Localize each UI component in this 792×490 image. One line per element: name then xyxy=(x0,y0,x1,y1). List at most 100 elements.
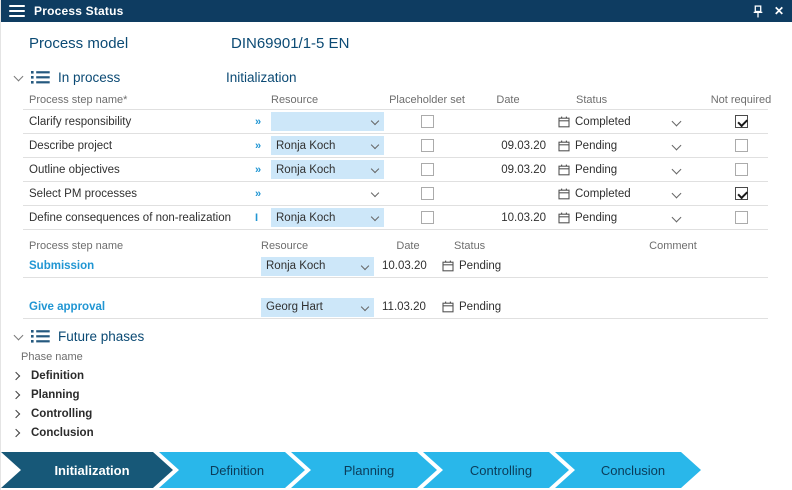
table-row: Select PM processes » Completed xyxy=(1,182,792,205)
resource-dropdown[interactable]: Ronja Koch xyxy=(261,257,374,276)
table-row: Clarify responsibility » Completed xyxy=(1,110,792,133)
jump-icon[interactable]: » xyxy=(255,116,271,128)
expand-chevron-icon[interactable] xyxy=(11,392,31,398)
calendar-icon xyxy=(442,301,454,313)
phase-chip-conclusion[interactable]: Conclusion xyxy=(555,452,701,488)
col-date: Date xyxy=(374,240,434,252)
chevron-down-icon xyxy=(371,213,379,221)
table-row: Describe project » Ronja Koch 09.03.20 P… xyxy=(1,134,792,157)
status-value: Pending xyxy=(459,301,501,313)
table-row: Define consequences of non-realization I… xyxy=(1,206,792,229)
resource-dropdown[interactable] xyxy=(271,184,384,203)
status-chevron-icon[interactable] xyxy=(671,141,681,151)
status-chevron-icon[interactable] xyxy=(671,189,681,199)
date-value: 09.03.20 xyxy=(470,164,550,176)
resource-dropdown[interactable]: Ronja Koch xyxy=(271,208,384,227)
step-link[interactable]: Submission xyxy=(29,260,255,272)
resource-dropdown[interactable]: Ronja Koch xyxy=(271,160,384,179)
col-step-name: Process step name* xyxy=(29,94,255,106)
placeholder-checkbox[interactable] xyxy=(421,163,434,176)
phase-chip-planning[interactable]: Planning xyxy=(291,452,437,488)
in-process-table-header: Process step name* Resource Placeholder … xyxy=(1,90,792,109)
placeholder-checkbox[interactable] xyxy=(421,211,434,224)
section-future-phases: Future phases xyxy=(1,325,792,347)
close-icon[interactable]: ✕ xyxy=(774,5,784,17)
status-value: Pending xyxy=(575,164,617,176)
calendar-icon xyxy=(442,260,454,272)
phase-name: Controlling xyxy=(31,408,92,420)
chevron-down-icon xyxy=(361,261,369,269)
col-date: Date xyxy=(470,94,550,106)
not-required-checkbox[interactable] xyxy=(735,115,748,128)
list-icon[interactable] xyxy=(31,329,50,344)
status-value: Completed xyxy=(575,116,631,128)
list-icon[interactable] xyxy=(31,70,50,85)
menu-icon[interactable] xyxy=(9,5,25,17)
phase-progress-bar: Initialization Definition Planning Contr… xyxy=(1,452,701,488)
list-item[interactable]: Definition xyxy=(1,366,792,385)
indicator-icon[interactable]: I xyxy=(255,212,271,224)
date-value: 09.03.20 xyxy=(470,140,550,152)
status-value: Pending xyxy=(575,212,617,224)
list-item[interactable]: Controlling xyxy=(1,404,792,423)
resource-dropdown[interactable]: Ronja Koch xyxy=(271,136,384,155)
calendar-icon xyxy=(558,212,570,224)
calendar-icon xyxy=(558,164,570,176)
col-comment: Comment xyxy=(554,240,792,252)
jump-icon[interactable]: » xyxy=(255,188,271,200)
chevron-down-icon xyxy=(371,141,379,149)
chevron-down-icon xyxy=(371,117,379,125)
table-row: Give approval Georg Hart 11.03.20 Pendin… xyxy=(1,296,792,318)
not-required-checkbox[interactable] xyxy=(735,211,748,224)
jump-icon[interactable]: » xyxy=(255,140,271,152)
step-name: Select PM processes xyxy=(29,188,255,200)
col-resource: Resource xyxy=(271,94,384,106)
section-label: Future phases xyxy=(58,329,144,344)
phase-chip-controlling[interactable]: Controlling xyxy=(423,452,569,488)
date-value: 10.03.20 xyxy=(374,260,434,272)
status-chevron-icon[interactable] xyxy=(671,165,681,175)
phase-name: Planning xyxy=(31,389,80,401)
table-row: Submission Ronja Koch 10.03.20 Pending xyxy=(1,255,792,277)
milestones-table-header: Process step name Resource Date Status C… xyxy=(1,236,792,255)
chevron-down-icon xyxy=(371,165,379,173)
step-link[interactable]: Give approval xyxy=(29,301,255,313)
process-model-value: DIN69901/1-5 EN xyxy=(231,35,349,52)
placeholder-checkbox[interactable] xyxy=(421,115,434,128)
list-item[interactable]: Conclusion xyxy=(1,423,792,442)
resource-dropdown[interactable] xyxy=(271,112,384,131)
not-required-checkbox[interactable] xyxy=(735,163,748,176)
step-name: Outline objectives xyxy=(29,164,255,176)
collapse-chevron-icon[interactable] xyxy=(9,75,27,80)
status-value: Completed xyxy=(575,188,631,200)
expand-chevron-icon[interactable] xyxy=(11,411,31,417)
placeholder-checkbox[interactable] xyxy=(421,187,434,200)
step-name: Clarify responsibility xyxy=(29,116,255,128)
resource-dropdown[interactable]: Georg Hart xyxy=(261,298,374,317)
status-chevron-icon[interactable] xyxy=(671,117,681,127)
col-placeholder: Placeholder set xyxy=(384,94,470,106)
not-required-checkbox[interactable] xyxy=(735,139,748,152)
jump-icon[interactable]: » xyxy=(255,164,271,176)
pin-icon[interactable] xyxy=(752,5,764,18)
section-label: In process xyxy=(58,70,120,85)
col-step-name: Process step name xyxy=(29,240,255,252)
step-name: Describe project xyxy=(29,140,255,152)
status-chevron-icon[interactable] xyxy=(671,213,681,223)
collapse-chevron-icon[interactable] xyxy=(9,334,27,339)
table-row: Outline objectives » Ronja Koch 09.03.20… xyxy=(1,158,792,181)
phase-chip-initialization[interactable]: Initialization xyxy=(1,452,173,488)
expand-chevron-icon[interactable] xyxy=(11,430,31,436)
col-status: Status xyxy=(550,94,662,106)
not-required-checkbox[interactable] xyxy=(735,187,748,200)
col-resource: Resource xyxy=(261,240,374,252)
section-in-process: In process Initialization xyxy=(1,66,792,88)
calendar-icon xyxy=(558,116,570,128)
date-value: 10.03.20 xyxy=(470,212,550,224)
section-phase-label: Initialization xyxy=(226,70,297,85)
expand-chevron-icon[interactable] xyxy=(11,373,31,379)
calendar-icon xyxy=(558,140,570,152)
list-item[interactable]: Planning xyxy=(1,385,792,404)
phase-chip-definition[interactable]: Definition xyxy=(159,452,305,488)
placeholder-checkbox[interactable] xyxy=(421,139,434,152)
